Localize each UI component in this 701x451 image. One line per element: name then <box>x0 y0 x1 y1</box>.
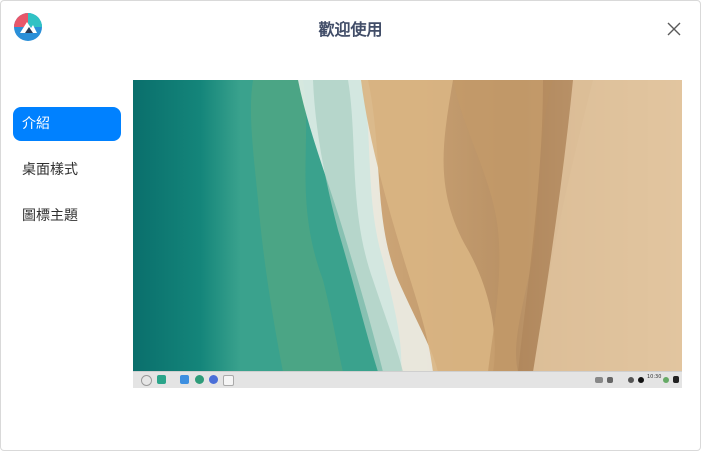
terminal-icon <box>223 375 234 386</box>
beach-wallpaper <box>133 80 682 372</box>
sidebar-item-label: 介紹 <box>22 116 50 132</box>
desktop-preview-image: 10:30 <box>133 80 682 388</box>
sidebar-item-label: 圖標主題 <box>22 208 78 224</box>
notification-bell-icon <box>673 376 679 383</box>
keyboard-icon <box>595 377 603 383</box>
dock-clock: 10:30 <box>647 374 662 380</box>
welcome-window: 歡迎使用 介紹 桌面樣式 圖標主題 10:30 <box>0 0 701 451</box>
sidebar-item-label: 桌面樣式 <box>22 162 78 178</box>
network-icon <box>628 377 634 383</box>
sidebar-item-icon-theme[interactable]: 圖標主題 <box>13 199 121 233</box>
tray-icon <box>663 377 669 383</box>
close-button[interactable] <box>663 18 685 40</box>
close-icon <box>667 22 681 36</box>
browser-icon <box>195 375 204 384</box>
app-store-icon <box>209 375 218 384</box>
power-icon <box>638 377 644 383</box>
sidebar-item-desktop-style[interactable]: 桌面樣式 <box>13 153 121 187</box>
multitask-icon <box>157 375 166 384</box>
sidebar-nav: 介紹 桌面樣式 圖標主題 <box>13 107 121 245</box>
window-title: 歡迎使用 <box>318 20 383 39</box>
sidebar-item-introduction[interactable]: 介紹 <box>13 107 121 141</box>
file-manager-icon <box>180 375 189 384</box>
launcher-icon <box>141 375 152 386</box>
volume-icon <box>607 377 613 383</box>
dock-bar: 10:30 <box>133 371 682 388</box>
